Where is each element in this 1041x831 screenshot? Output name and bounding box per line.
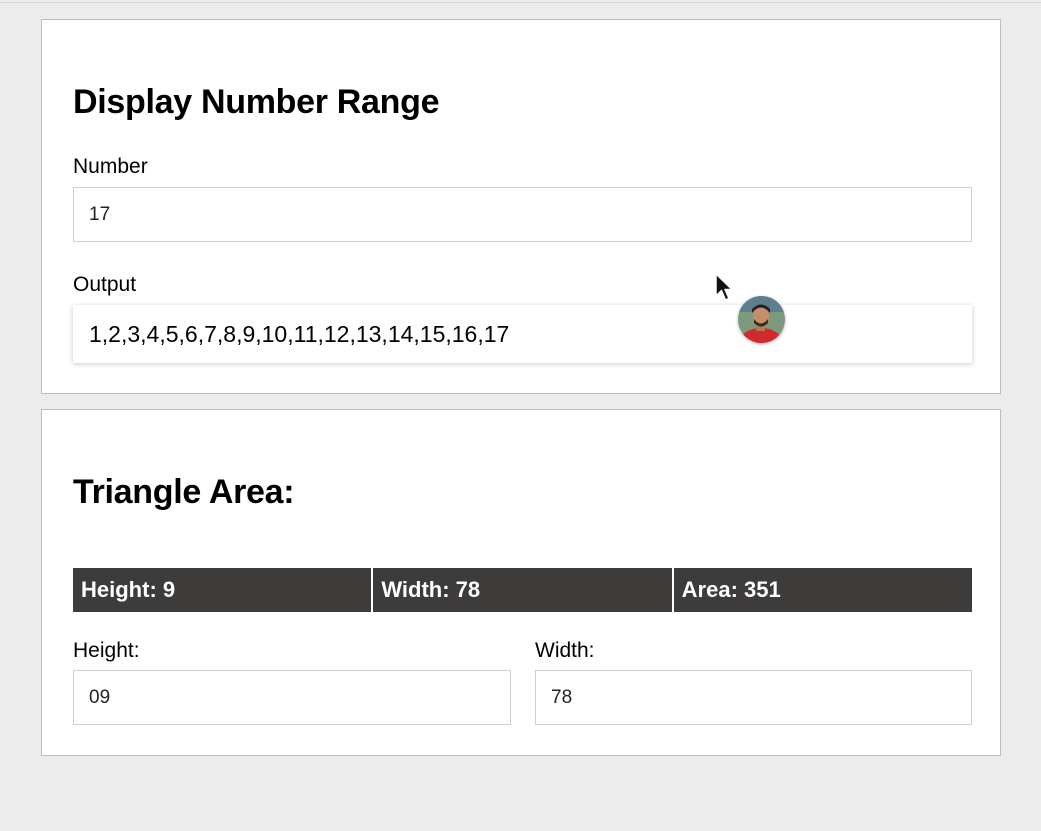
output-label: Output [73, 273, 137, 296]
number-range-card: Display Number Range Number Output 1,2,3… [41, 19, 1001, 394]
triangle-area-title: Triangle Area: [73, 473, 295, 511]
number-input[interactable] [73, 187, 972, 242]
area-stat: Area: 351 [673, 568, 972, 612]
top-divider [0, 2, 1041, 3]
mouse-pointer-icon [715, 273, 733, 301]
width-label: Width: [535, 639, 595, 662]
width-stat: Width: 78 [373, 568, 672, 612]
number-range-title: Display Number Range [73, 83, 440, 121]
triangle-area-card: Triangle Area: Height: 9 Width: 78 Area:… [41, 409, 1001, 756]
user-avatar[interactable] [738, 296, 785, 343]
height-label: Height: [73, 639, 140, 662]
number-label: Number [73, 155, 148, 178]
height-stat: Height: 9 [73, 568, 372, 612]
output-display: 1,2,3,4,5,6,7,8,9,10,11,12,13,14,15,16,1… [73, 305, 972, 363]
height-input[interactable] [73, 670, 511, 725]
width-input[interactable] [535, 670, 972, 725]
triangle-stats-bar: Height: 9 Width: 78 Area: 351 [73, 568, 972, 612]
